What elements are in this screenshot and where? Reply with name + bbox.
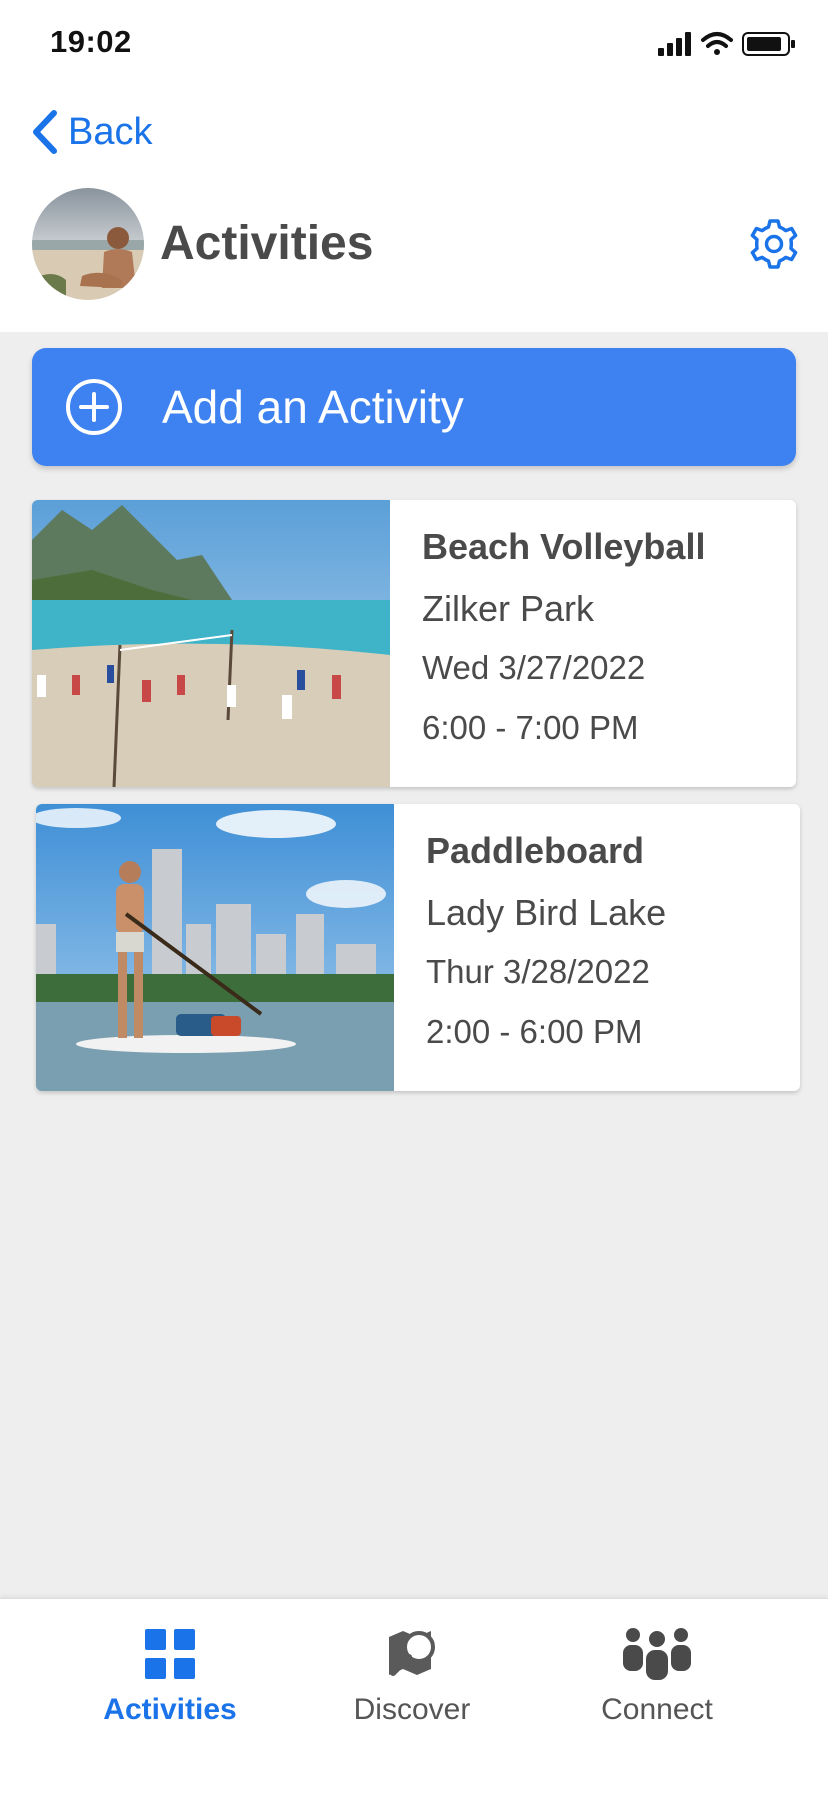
- map-search-icon: [389, 1631, 435, 1676]
- paddleboard-photo: [36, 804, 394, 1091]
- beach-volleyball-photo: [32, 500, 390, 787]
- activity-time: 6:00 - 7:00 PM: [422, 709, 639, 746]
- activity-card[interactable]: Paddleboard Lady Bird Lake Thur 3/28/202…: [36, 804, 800, 1091]
- activity-location: Zilker Park: [422, 588, 595, 629]
- status-icons: [658, 32, 795, 56]
- activity-date: Wed 3/27/2022: [422, 649, 646, 686]
- tab-bar: Activities Discover Connect: [0, 1598, 828, 1793]
- back-label: Back: [68, 110, 153, 153]
- activity-time: 2:00 - 6:00 PM: [426, 1013, 643, 1050]
- chevron-left-icon: [33, 110, 57, 154]
- activity-date: Thur 3/28/2022: [426, 953, 650, 990]
- add-activity-label: Add an Activity: [162, 381, 464, 433]
- tab-activities[interactable]: Activities: [70, 1625, 270, 1727]
- status-time: 19:02: [50, 24, 132, 59]
- tab-connect[interactable]: Connect: [557, 1625, 757, 1727]
- avatar[interactable]: [32, 188, 144, 300]
- page-title: Activities: [160, 217, 374, 270]
- tab-discover[interactable]: Discover: [312, 1625, 512, 1727]
- plus-circle-icon: [66, 379, 122, 435]
- tab-label: Connect: [601, 1693, 713, 1726]
- wifi-icon: [701, 32, 733, 55]
- activity-location: Lady Bird Lake: [426, 892, 667, 933]
- people-icon: [623, 1628, 691, 1680]
- avatar-photo: [32, 188, 144, 300]
- back-button[interactable]: Back: [30, 106, 152, 158]
- grid-icon: [145, 1629, 195, 1679]
- add-activity-button[interactable]: Add an Activity: [32, 348, 796, 466]
- battery-icon: [742, 32, 795, 56]
- tab-label: Activities: [103, 1693, 237, 1726]
- gear-icon[interactable]: [748, 218, 800, 270]
- activity-card[interactable]: Beach Volleyball Zilker Park Wed 3/27/20…: [32, 500, 796, 787]
- activity-title: Beach Volleyball: [422, 526, 706, 567]
- signal-icon: [658, 32, 691, 56]
- tab-label: Discover: [353, 1693, 471, 1726]
- activity-title: Paddleboard: [426, 830, 645, 871]
